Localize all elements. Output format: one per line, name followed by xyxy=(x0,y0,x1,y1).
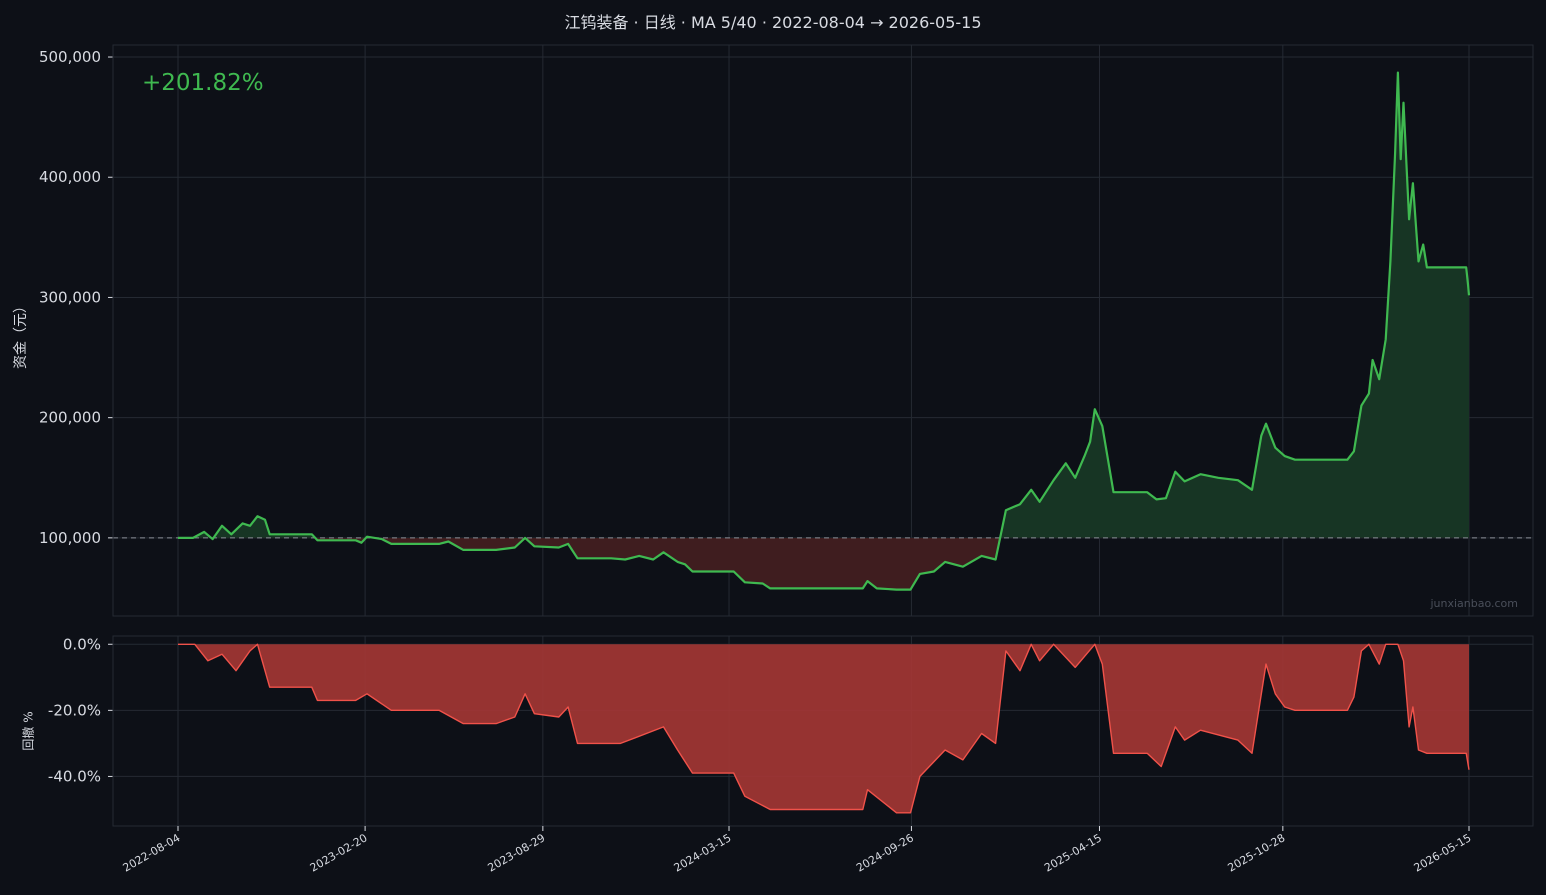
x-tick-label: 2023-02-20 xyxy=(308,831,370,874)
x-tick-label: 2025-10-28 xyxy=(1225,831,1287,874)
x-tick-label: 2024-03-15 xyxy=(672,831,734,874)
x-axis: 2022-08-04 2023-02-20 2023-08-29 2024-03-15… xyxy=(121,826,1474,875)
x-tick-label: 2024-09-26 xyxy=(854,831,916,874)
equity-panel: 100,000 200,000 300,000 400,000 500,000 xyxy=(39,44,1534,617)
watermark: junxianbao.com xyxy=(1430,597,1518,610)
x-tick-label: 2026-05-15 xyxy=(1412,831,1474,874)
x-tick-label: 2023-08-29 xyxy=(485,831,547,874)
chart-canvas: 100,000 200,000 300,000 400,000 500,000 0.0%… xyxy=(0,0,1546,895)
drawdown-y-axis-label: 回撤 % xyxy=(21,711,36,751)
equity-tick-label: 100,000 xyxy=(39,529,101,547)
drawdown-tick-label: 0.0% xyxy=(63,635,101,653)
gain-area xyxy=(178,72,1469,538)
drawdown-area xyxy=(178,644,1469,813)
x-tick-label: 2022-08-04 xyxy=(121,831,183,874)
equity-y-axis-label: 资金（元） xyxy=(13,299,29,369)
equity-tick-label: 400,000 xyxy=(39,168,101,186)
drawdown-tick-label: -20.0% xyxy=(48,701,101,719)
chart-title: 江钨装备 · 日线 · MA 5/40 · 2022-08-04 → 2026-… xyxy=(564,13,982,32)
equity-tick-label: 200,000 xyxy=(39,409,101,427)
total-return-label: +201.82% xyxy=(142,70,264,96)
backtest-chart: 100,000 200,000 300,000 400,000 500,000 0.0%… xyxy=(39,44,1534,875)
equity-tick-label: 500,000 xyxy=(39,48,101,66)
x-tick-label: 2025-04-15 xyxy=(1042,831,1104,874)
drawdown-tick-label: -40.0% xyxy=(48,767,101,785)
equity-tick-label: 300,000 xyxy=(39,288,101,306)
drawdown-panel: 0.0% -20.0% -40.0% xyxy=(48,635,1534,827)
